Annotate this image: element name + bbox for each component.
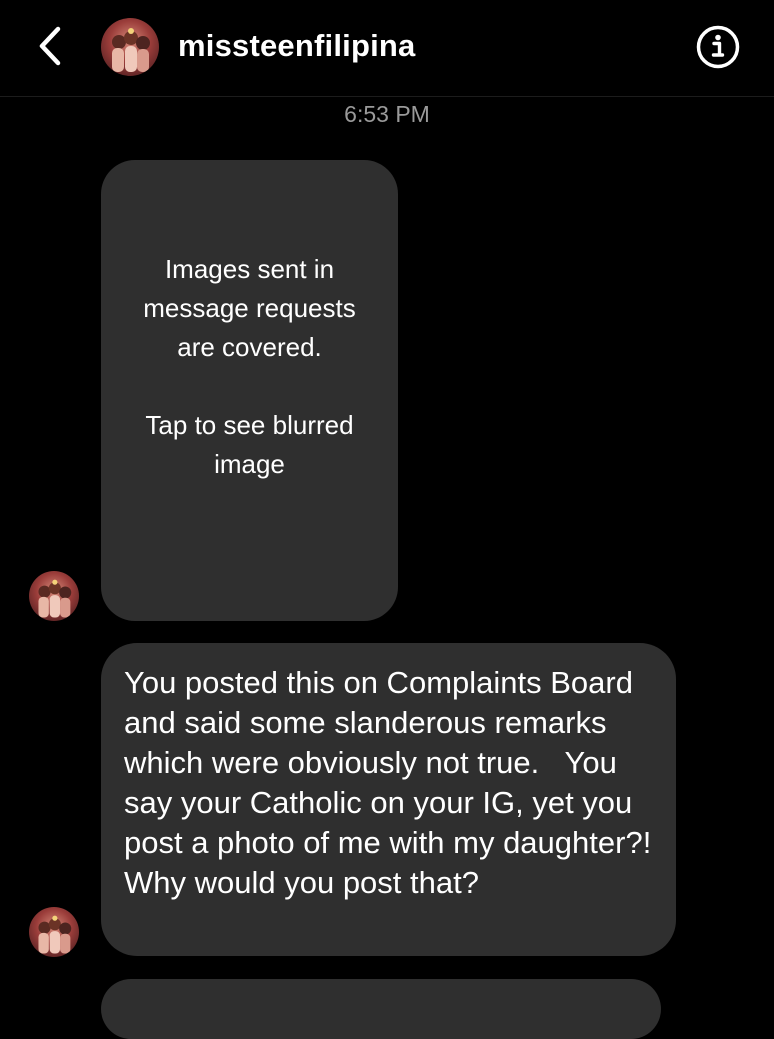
avatar-image — [38, 915, 72, 954]
text-message[interactable]: You posted this on Complaints Board and … — [101, 643, 676, 956]
sender-avatar[interactable] — [29, 571, 79, 621]
avatar-image — [112, 28, 150, 72]
chat-username[interactable]: missteenfilipina — [178, 28, 416, 64]
chat-header: missteenfilipina — [0, 0, 774, 97]
message-timestamp: 6:53 PM — [344, 101, 430, 127]
avatar-image — [38, 579, 72, 618]
profile-avatar[interactable] — [101, 18, 159, 76]
sender-avatar[interactable] — [29, 907, 79, 957]
next-message-partial[interactable] — [101, 979, 661, 1039]
info-button[interactable] — [695, 24, 741, 70]
info-circle-icon — [696, 25, 740, 69]
covered-image-message[interactable]: Images sent in message requests are cove… — [101, 160, 398, 621]
covered-image-notice: Images sent in message requests are cove… — [143, 253, 356, 362]
message-text: You posted this on Complaints Board and … — [124, 665, 660, 900]
tap-to-see-link[interactable]: Tap to see blurred image — [135, 406, 365, 484]
back-button[interactable] — [30, 22, 70, 70]
chevron-left-icon — [39, 26, 61, 66]
